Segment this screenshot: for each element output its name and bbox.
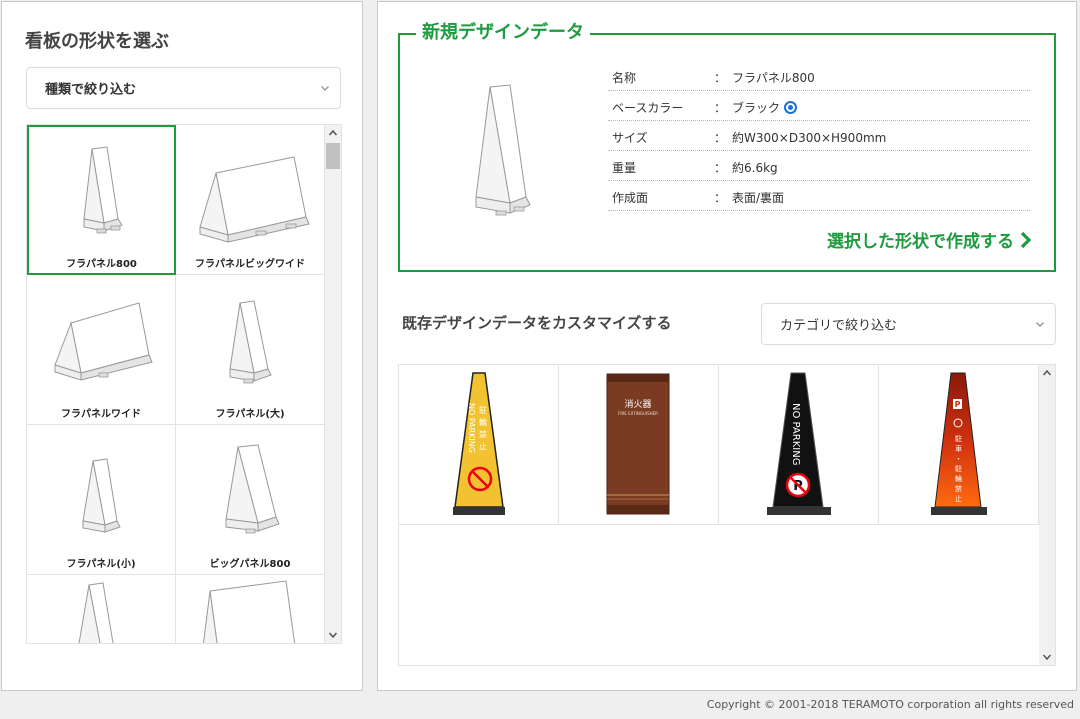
design-list-scrollbar[interactable] [1039, 365, 1055, 665]
furapanel-big-wide-image [199, 156, 310, 243]
shape-item-furapanel-large[interactable]: フラパネル(大) [176, 275, 325, 425]
spec-value: 約W300×D300×H900mm [732, 131, 887, 145]
spec-table: 名称 ： フラパネル800 ベースカラー ： ブラック サイズ ： 約W300×… [608, 61, 1030, 211]
selected-shape-preview [475, 84, 531, 216]
design-item-wood-panel[interactable]: 消火器 FIRE EXTINGUISHER [559, 365, 719, 525]
spec-row-base-color: ベースカラー ： ブラック [608, 91, 1030, 121]
chevron-down-icon [1036, 322, 1044, 327]
shape-type-filter-value: 種類で絞り込む [45, 82, 137, 98]
spec-value: 表面/裏面 [732, 191, 785, 205]
furapanel-small-image [82, 458, 121, 533]
shape-item-furapanel-800[interactable]: フラパネル800 [27, 125, 176, 275]
orange-cone-vertical-text: 駐 車 ・ 駐 輪 禁 止 [955, 434, 964, 503]
yellow-cone-char: 止 [479, 441, 487, 451]
shape-item-partial-2[interactable] [176, 575, 325, 643]
scroll-up-arrow-icon[interactable] [325, 125, 341, 141]
orange-cone-image: P 駐 車 ・ 駐 輪 禁 止 [931, 372, 987, 515]
design-item-orange-cone[interactable]: P 駐 車 ・ 駐 輪 禁 止 [879, 365, 1039, 525]
scroll-up-arrow-icon[interactable] [1039, 365, 1055, 381]
shape-item-partial-1[interactable] [27, 575, 176, 643]
existing-design-title: 既存デザインデータをカスタマイズする [402, 314, 672, 332]
spec-separator: ： [714, 191, 727, 205]
orange-cone-char: 止 [955, 494, 962, 503]
shape-item-furapanel-wide[interactable]: フラパネルワイド [27, 275, 176, 425]
spec-key: 重量 [612, 161, 637, 175]
shape-item-furapanel-big-wide[interactable]: フラパネルビッグワイド [176, 125, 325, 275]
base-color-radio[interactable] [784, 101, 798, 114]
spec-row-faces: 作成面 ： 表面/裏面 [608, 181, 1030, 211]
black-cone-text: NO PARKING [790, 403, 801, 465]
spec-value: フラパネル800 [732, 71, 815, 85]
wood-panel-title: 消火器 [624, 398, 651, 410]
shape-panel-title: 看板の形状を選ぶ [25, 31, 169, 52]
orange-cone-char: 駐 [955, 434, 962, 443]
shape-panel: 看板の形状を選ぶ 種類で絞り込む フラパネル800 フラパネルビッグワイド フラ… [1, 1, 363, 691]
spec-row-size: サイズ ： 約W300×D300×H900mm [608, 121, 1030, 151]
shape-list-scrollbar[interactable] [325, 125, 341, 643]
shape-item-label: フラパネル(小) [66, 559, 136, 570]
shape-item-furapanel-small[interactable]: フラパネル(小) [27, 425, 176, 575]
spec-value: 約6.6kg [732, 161, 778, 175]
spec-value-wrap: ブラック [732, 99, 798, 116]
shape-list: フラパネル800 フラパネルビッグワイド フラパネルワイド フラパネル(大) フ… [26, 124, 342, 644]
existing-design-list: NO PARKING 駐 輪 禁 止 消火器 FIRE EXTINGUISHER… [398, 364, 1056, 666]
spec-separator: ： [714, 131, 727, 145]
spec-key: ベースカラー [612, 101, 684, 115]
big-panel-800-image [225, 444, 280, 534]
yellow-cone-text: NO PARKING [467, 403, 476, 453]
design-item-black-cone[interactable]: NO PARKING P [719, 365, 879, 525]
scroll-down-arrow-icon[interactable] [1039, 649, 1055, 665]
shape-partial-image [78, 582, 114, 643]
shape-partial-image [202, 580, 296, 643]
scroll-thumb[interactable] [326, 143, 340, 169]
spec-separator: ： [714, 161, 727, 175]
chevron-right-icon [1020, 231, 1032, 248]
furapanel-wide-image [54, 302, 153, 381]
shape-type-filter[interactable]: 種類で絞り込む [26, 67, 341, 109]
orange-cone-char: 車 [955, 444, 962, 453]
new-design-box: 新規デザインデータ 名称 ： フラパネル800 ベースカラー ： ブラック サイ… [398, 22, 1056, 272]
black-cone-image: NO PARKING P [767, 372, 831, 515]
design-panel: 新規デザインデータ 名称 ： フラパネル800 ベースカラー ： ブラック サイ… [377, 1, 1077, 691]
spec-value: ブラック [732, 101, 781, 115]
spec-key: 名称 [612, 71, 637, 85]
yellow-cone-image: NO PARKING 駐 輪 禁 止 [453, 372, 505, 515]
spec-separator: ： [714, 101, 727, 115]
new-design-title: 新規デザインデータ [416, 22, 590, 44]
scroll-down-arrow-icon[interactable] [325, 627, 341, 643]
wood-panel-subtitle: FIRE EXTINGUISHER [618, 411, 658, 416]
spec-row-weight: 重量 ： 約6.6kg [608, 151, 1030, 181]
furapanel-large-image [229, 300, 272, 384]
shape-item-big-panel-800[interactable]: ビッグパネル800 [176, 425, 325, 575]
footer-copyright: Copyright © 2001-2018 TERAMOTO corporati… [706, 698, 1074, 711]
spec-row-name: 名称 ： フラパネル800 [608, 61, 1030, 91]
furapanel-800-image [83, 146, 123, 234]
orange-cone-char: 駐 [955, 464, 962, 473]
create-with-shape-label: 選択した形状で作成する [827, 232, 1014, 252]
yellow-cone-char: 禁 [479, 430, 487, 439]
spec-key: サイズ [612, 131, 648, 145]
shape-item-label: フラパネル(大) [215, 409, 285, 420]
wood-panel-image: 消火器 FIRE EXTINGUISHER [606, 373, 670, 515]
shape-item-label: ビッグパネル800 [209, 559, 291, 570]
yellow-cone-char: 駐 [479, 405, 487, 415]
shape-item-label: フラパネル800 [66, 259, 137, 270]
create-with-shape-button[interactable]: 選択した形状で作成する [827, 227, 1032, 252]
spec-key: 作成面 [612, 191, 649, 205]
yellow-cone-char: 輪 [479, 417, 487, 427]
orange-cone-badge: P [955, 400, 961, 409]
design-item-yellow-cone[interactable]: NO PARKING 駐 輪 禁 止 [399, 365, 559, 525]
shape-item-label: フラパネルビッグワイド [195, 259, 305, 270]
spec-separator: ： [714, 71, 727, 85]
chevron-down-icon [321, 86, 329, 91]
category-filter[interactable]: カテゴリで絞り込む [761, 303, 1056, 345]
orange-cone-char: 輪 [955, 474, 962, 483]
orange-cone-char: 禁 [955, 485, 962, 493]
shape-item-label: フラパネルワイド [61, 409, 141, 420]
orange-cone-char: ・ [955, 455, 962, 463]
category-filter-value: カテゴリで絞り込む [780, 318, 898, 334]
